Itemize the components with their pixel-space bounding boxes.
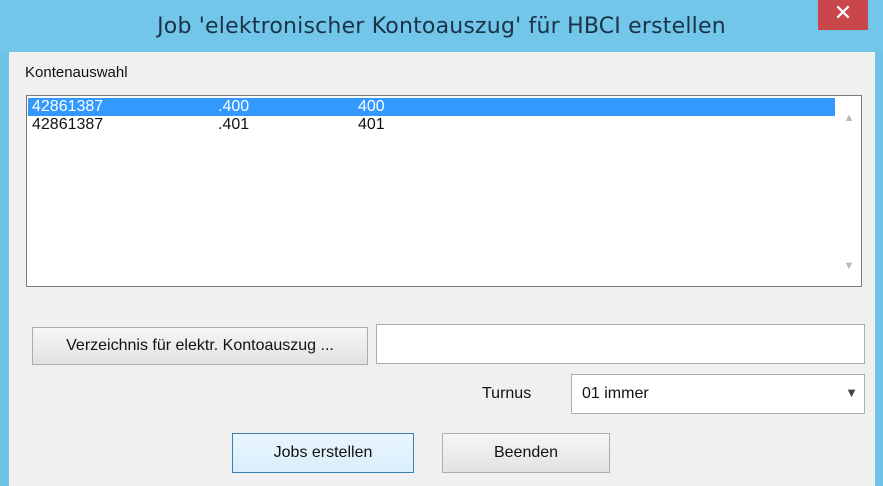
- list-item[interactable]: 42861387 .400 400: [28, 98, 835, 116]
- choose-directory-button[interactable]: Verzeichnis für elektr. Kontoauszug ...: [32, 327, 368, 365]
- scroll-up-icon[interactable]: ▲: [838, 107, 860, 129]
- turnus-label: Turnus: [482, 385, 532, 402]
- account-code: 401: [358, 116, 385, 133]
- account-sub: .400: [218, 98, 250, 115]
- accounts-listbox[interactable]: 42861387 .400 400 42861387 .401 401 ▲ ▼: [26, 95, 862, 287]
- vertical-scrollbar[interactable]: ▲ ▼: [838, 97, 860, 285]
- close-button[interactable]: ✕: [818, 0, 868, 30]
- turnus-value: 01 immer: [582, 385, 649, 402]
- chevron-down-icon[interactable]: ▼: [845, 385, 858, 400]
- window-title: Job 'elektronischer Kontoauszug' für HBC…: [157, 14, 726, 39]
- create-jobs-button[interactable]: Jobs erstellen: [232, 433, 414, 473]
- directory-path-input[interactable]: [376, 324, 865, 364]
- dialog-window: Job 'elektronischer Kontoauszug' für HBC…: [0, 0, 883, 486]
- exit-button[interactable]: Beenden: [442, 433, 610, 473]
- title-bar[interactable]: Job 'elektronischer Kontoauszug' für HBC…: [0, 0, 883, 52]
- account-sub: .401: [218, 116, 250, 133]
- account-number: 42861387: [32, 116, 104, 133]
- list-item[interactable]: 42861387 .401 401: [28, 116, 835, 134]
- accounts-label: Kontenauswahl: [25, 64, 128, 81]
- close-icon: ✕: [833, 1, 853, 26]
- account-code: 400: [358, 98, 385, 115]
- turnus-select[interactable]: 01 immer ▼: [571, 374, 865, 414]
- scroll-down-icon[interactable]: ▼: [838, 255, 860, 277]
- account-number: 42861387: [32, 98, 104, 115]
